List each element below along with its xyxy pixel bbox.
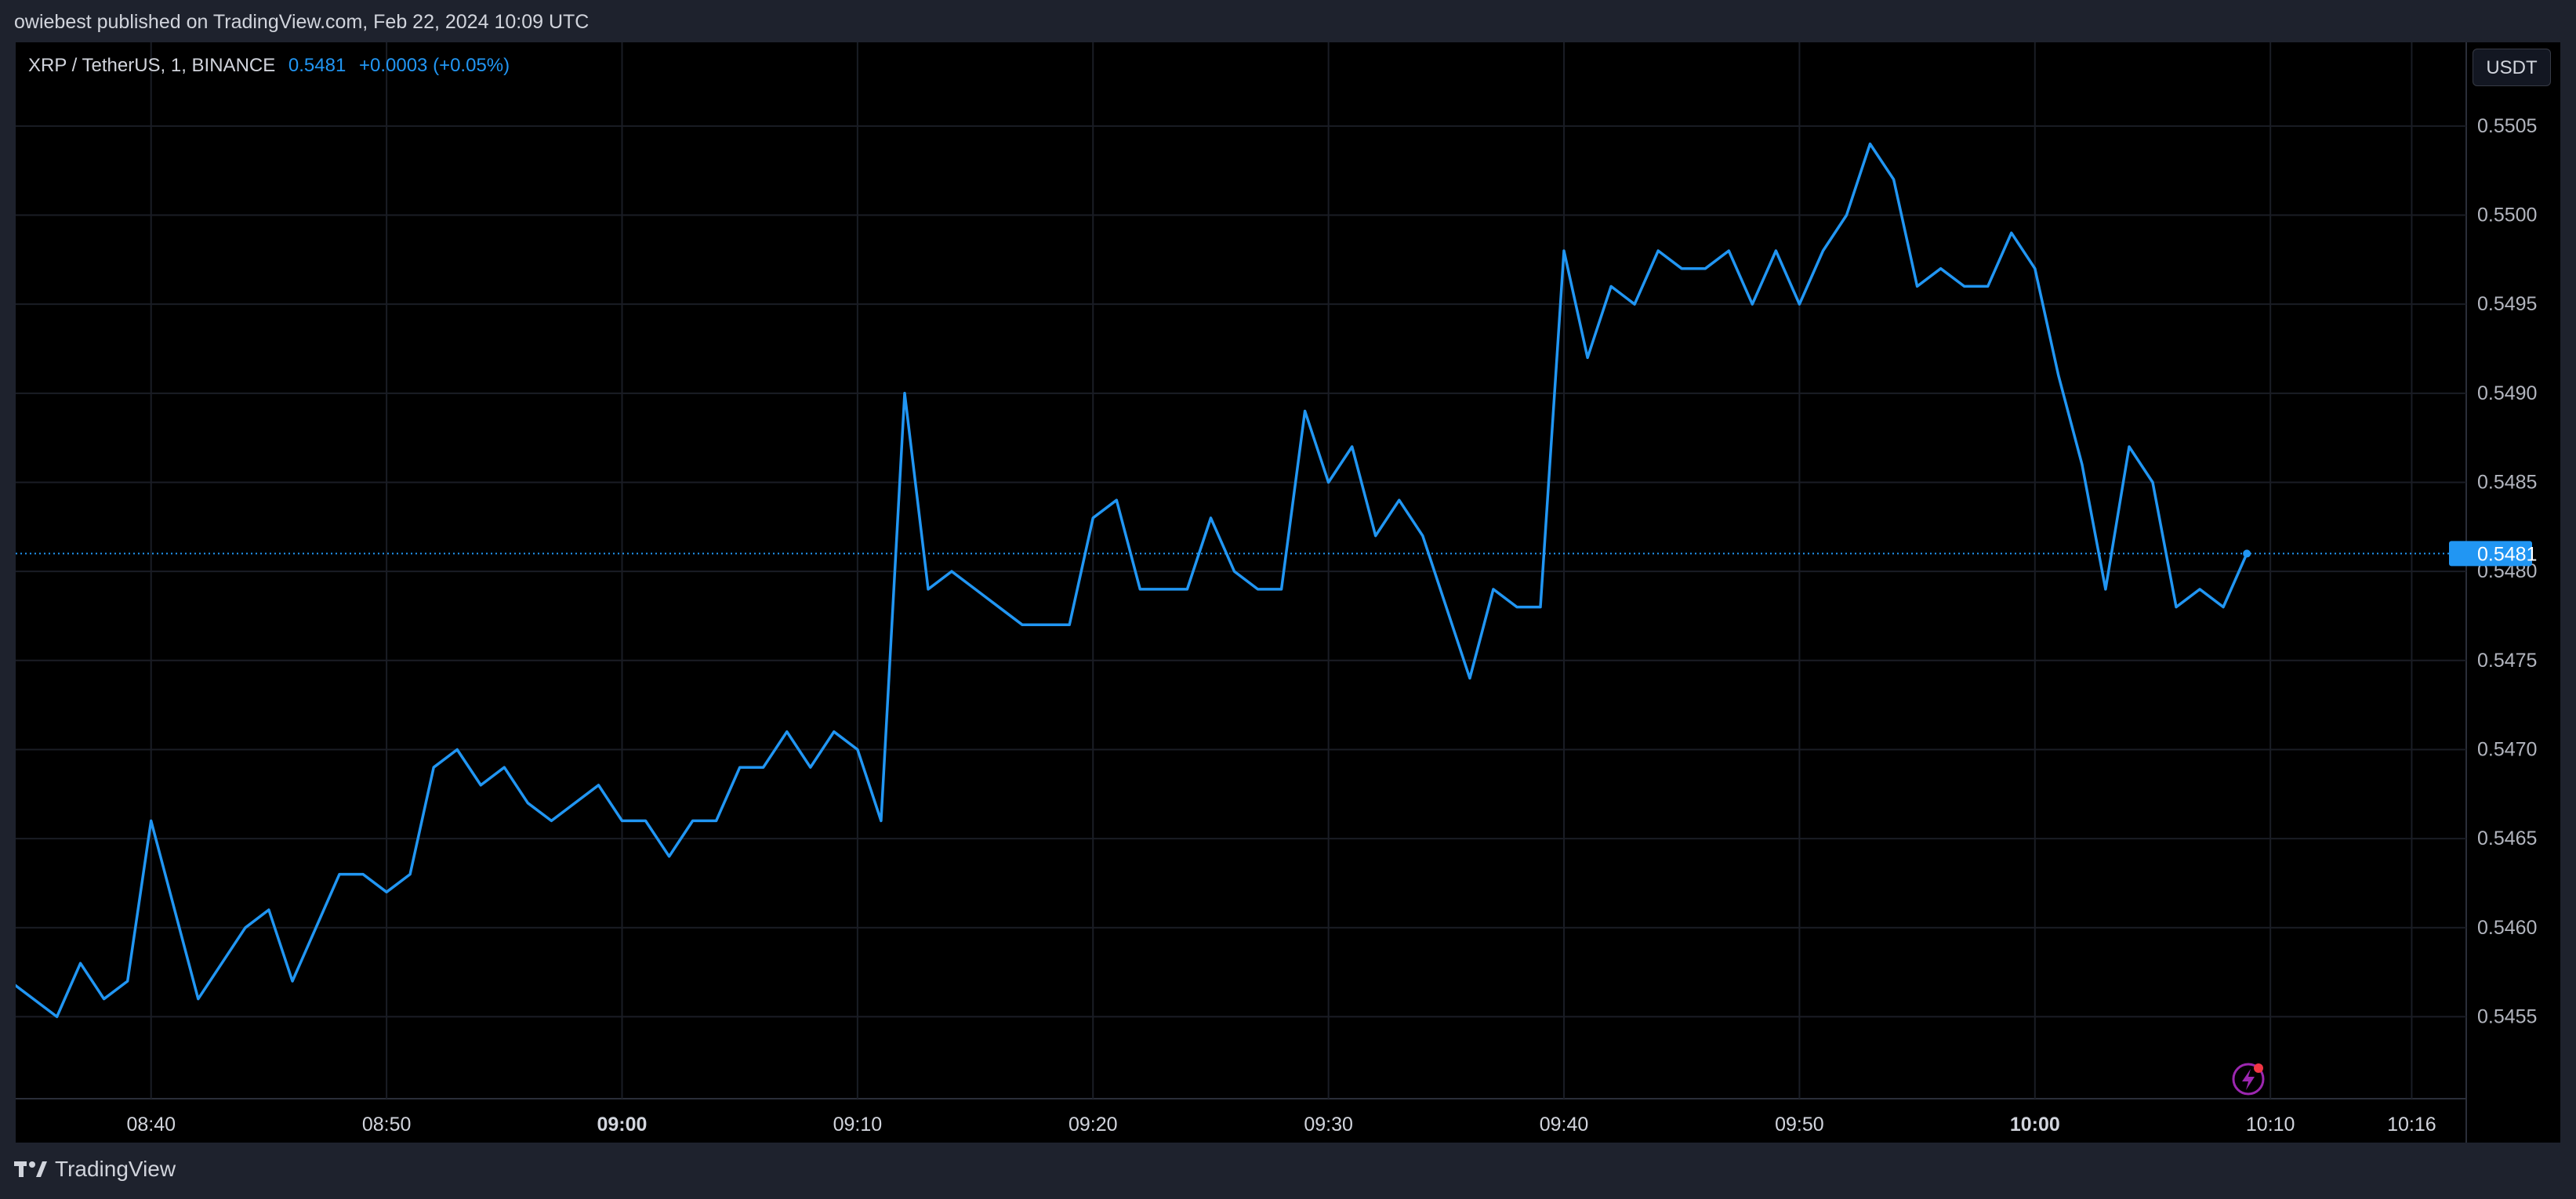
x-tick-label: 09:30 bbox=[1304, 1114, 1353, 1136]
y-tick-label: 0.5495 bbox=[2477, 293, 2537, 315]
x-tick-label: 09:20 bbox=[1068, 1114, 1118, 1136]
chart-area[interactable]: 0.5505 0.5500 0.5495 0.5490 0.5485 0.5480 0.54… bbox=[16, 42, 2560, 1143]
price-chart[interactable]: 0.55050.55000.54950.54900.54850.54800.54… bbox=[16, 42, 2560, 1143]
last-price-axis-label: 0.5481 bbox=[2449, 541, 2537, 567]
x-tick-label: 09:10 bbox=[833, 1114, 883, 1136]
symbol-label[interactable]: XRP / TetherUS, 1, BINANCE bbox=[28, 55, 275, 76]
y-tick-label: 0.5505 bbox=[2477, 115, 2537, 137]
price-change-value: +0.0003 (+0.05%) bbox=[358, 55, 510, 76]
x-tick-label: 08:40 bbox=[126, 1114, 176, 1136]
y-tick-label: 0.5475 bbox=[2477, 650, 2537, 672]
y-tick-label: 0.5490 bbox=[2477, 382, 2537, 404]
publish-caption: owiebest published on TradingView.com, F… bbox=[14, 11, 590, 33]
last-price-value: 0.5481 bbox=[288, 55, 346, 76]
x-tick-label: 09:40 bbox=[1540, 1114, 1589, 1136]
y-tick-label: 0.5500 bbox=[2477, 204, 2537, 226]
x-tick-label: 10:00 bbox=[2010, 1114, 2060, 1136]
x-tick-label: 08:50 bbox=[362, 1114, 412, 1136]
lightning-alert-icon[interactable] bbox=[2232, 1063, 2265, 1096]
alert-icon-bolt bbox=[2242, 1069, 2255, 1090]
y-tick-label: 0.5470 bbox=[2477, 738, 2537, 760]
currency-button[interactable]: USDT bbox=[2473, 49, 2551, 86]
chart-legend: XRP / TetherUS, 1, BINANCE 0.5481 +0.000… bbox=[28, 55, 510, 77]
x-tick-label: 10:16 bbox=[2387, 1114, 2436, 1136]
y-tick-label: 0.5485 bbox=[2477, 471, 2537, 493]
footer-brand[interactable]: TradingView bbox=[55, 1157, 176, 1182]
last-point-marker bbox=[2243, 549, 2251, 558]
footer: TradingView bbox=[14, 1157, 176, 1182]
x-tick-label: 09:50 bbox=[1775, 1114, 1824, 1136]
x-tick-label: 09:00 bbox=[597, 1114, 648, 1136]
y-tick-label: 0.5465 bbox=[2477, 828, 2537, 849]
x-tick-label: 10:10 bbox=[2246, 1114, 2295, 1136]
y-tick-label: 0.5460 bbox=[2477, 917, 2537, 939]
last-price-label-text: 0.5481 bbox=[2477, 543, 2537, 565]
tradingview-logo-icon[interactable] bbox=[14, 1161, 47, 1178]
price-series-line bbox=[16, 142, 2248, 1019]
y-tick-label: 0.5455 bbox=[2477, 1005, 2537, 1027]
alert-icon-dot bbox=[2254, 1063, 2263, 1073]
